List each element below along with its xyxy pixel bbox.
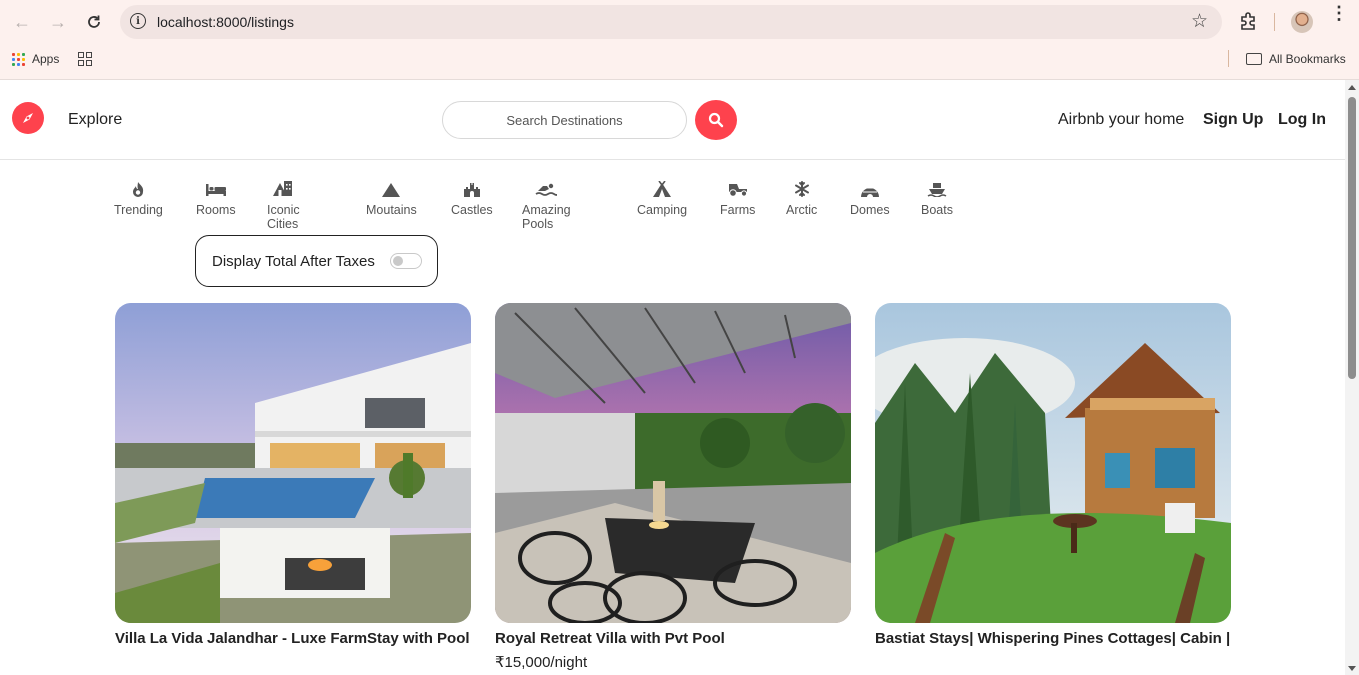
login-link[interactable]: Log In xyxy=(1278,111,1326,129)
filter-domes[interactable]: Domes xyxy=(850,177,890,217)
filter-trending[interactable]: Trending xyxy=(114,177,163,217)
listing-image-villa-pool[interactable] xyxy=(115,303,471,623)
toolbar-divider xyxy=(1274,13,1275,31)
reload-icon[interactable] xyxy=(80,8,108,36)
bookmark-divider xyxy=(1228,50,1229,67)
snowflake-icon xyxy=(794,177,810,197)
filter-arctic[interactable]: Arctic xyxy=(786,177,817,217)
tab-groups-icon[interactable] xyxy=(78,52,92,66)
filter-label: Domes xyxy=(850,203,890,217)
filter-label: Trending xyxy=(114,203,163,217)
profile-avatar[interactable] xyxy=(1291,11,1313,33)
bed-icon xyxy=(205,177,227,197)
listing-title[interactable]: Bastiat Stays| Whispering Pines Cottages… xyxy=(875,627,1231,651)
tax-toggle-label: Display Total After Taxes xyxy=(212,252,375,270)
filter-amazing-pools[interactable]: Amazing Pools xyxy=(522,177,571,231)
castle-icon xyxy=(463,177,481,197)
swimmer-icon xyxy=(535,177,558,197)
top-navbar: Explore Airbnb your home Sign Up Log In xyxy=(0,80,1345,160)
scrollbar-thumb[interactable] xyxy=(1348,97,1356,379)
folder-icon xyxy=(1246,53,1262,65)
igloo-icon xyxy=(860,177,880,197)
bookmark-apps[interactable]: Apps xyxy=(12,52,59,66)
browser-chrome: ← → i localhost:8000/listings ☆ ⋮ Apps A… xyxy=(0,0,1359,80)
filter-label: Iconic Cities xyxy=(267,203,300,231)
scroll-down-icon[interactable] xyxy=(1348,666,1356,671)
filter-rooms[interactable]: Rooms xyxy=(196,177,236,217)
search-icon xyxy=(708,112,724,128)
filter-label: Moutains xyxy=(366,203,417,217)
listing-title[interactable]: Villa La Vida Jalandhar - Luxe FarmStay … xyxy=(115,627,471,651)
compass-logo-icon[interactable] xyxy=(12,102,44,134)
fire-icon xyxy=(131,177,145,197)
filter-label: Amazing Pools xyxy=(522,203,571,231)
explore-link[interactable]: Explore xyxy=(68,111,122,129)
filter-label: Arctic xyxy=(786,203,818,217)
filter-iconic-cities[interactable]: Iconic Cities xyxy=(267,177,300,231)
browser-menu-icon[interactable]: ⋮ xyxy=(1330,4,1348,22)
page-scrollbar[interactable] xyxy=(1345,80,1359,675)
listing-title[interactable]: Royal Retreat Villa with Pvt Pool xyxy=(495,627,851,651)
address-bar[interactable]: i localhost:8000/listings ☆ xyxy=(120,5,1222,39)
all-bookmarks[interactable]: All Bookmarks xyxy=(1246,52,1346,66)
filter-label: Farms xyxy=(720,203,756,217)
ship-icon xyxy=(927,177,947,197)
forward-icon[interactable]: → xyxy=(44,8,72,36)
tax-toggle-box: Display Total After Taxes xyxy=(195,235,438,287)
signup-link[interactable]: Sign Up xyxy=(1203,111,1263,129)
bookmark-star-icon[interactable]: ☆ xyxy=(1191,10,1208,33)
site-info-icon[interactable]: i xyxy=(130,13,146,29)
listing-price: ₹15,000/night xyxy=(495,654,588,671)
tax-toggle-switch[interactable] xyxy=(390,253,422,269)
scroll-up-icon[interactable] xyxy=(1348,85,1356,90)
filter-camping[interactable]: Camping xyxy=(637,177,687,217)
filter-label: Rooms xyxy=(196,203,236,217)
back-icon[interactable]: ← xyxy=(8,8,36,36)
filter-label: Boats xyxy=(921,203,953,217)
filter-boats[interactable]: Boats xyxy=(921,177,953,217)
listing-card[interactable]: Villa La Vida Jalandhar - Luxe FarmStay … xyxy=(115,303,471,651)
bookmark-apps-label: Apps xyxy=(32,52,60,66)
city-icon xyxy=(272,177,294,197)
filter-mountains[interactable]: Moutains xyxy=(366,177,417,217)
listing-image-royal-retreat[interactable] xyxy=(495,303,851,623)
listing-card[interactable]: Royal Retreat Villa with Pvt Pool ₹15,00… xyxy=(495,303,851,675)
search-input[interactable] xyxy=(442,101,687,139)
host-link[interactable]: Airbnb your home xyxy=(1058,111,1184,129)
extensions-icon[interactable] xyxy=(1238,11,1258,31)
page-viewport: Explore Airbnb your home Sign Up Log In … xyxy=(0,80,1345,675)
filter-farms[interactable]: Farms xyxy=(720,177,755,217)
search-button[interactable] xyxy=(695,100,737,140)
tractor-icon xyxy=(727,177,749,197)
tent-icon xyxy=(652,177,672,197)
switch-knob xyxy=(393,256,403,266)
mountain-icon xyxy=(382,177,401,197)
address-url: localhost:8000/listings xyxy=(157,14,294,30)
listing-card[interactable]: Bastiat Stays| Whispering Pines Cottages… xyxy=(875,303,1231,651)
apps-grid-icon xyxy=(12,52,25,66)
filter-label: Camping xyxy=(637,203,688,217)
all-bookmarks-label: All Bookmarks xyxy=(1269,52,1346,66)
filter-label: Castles xyxy=(451,203,493,217)
filter-castles[interactable]: Castles xyxy=(451,177,493,217)
listing-image-pine-cottage[interactable] xyxy=(875,303,1231,623)
